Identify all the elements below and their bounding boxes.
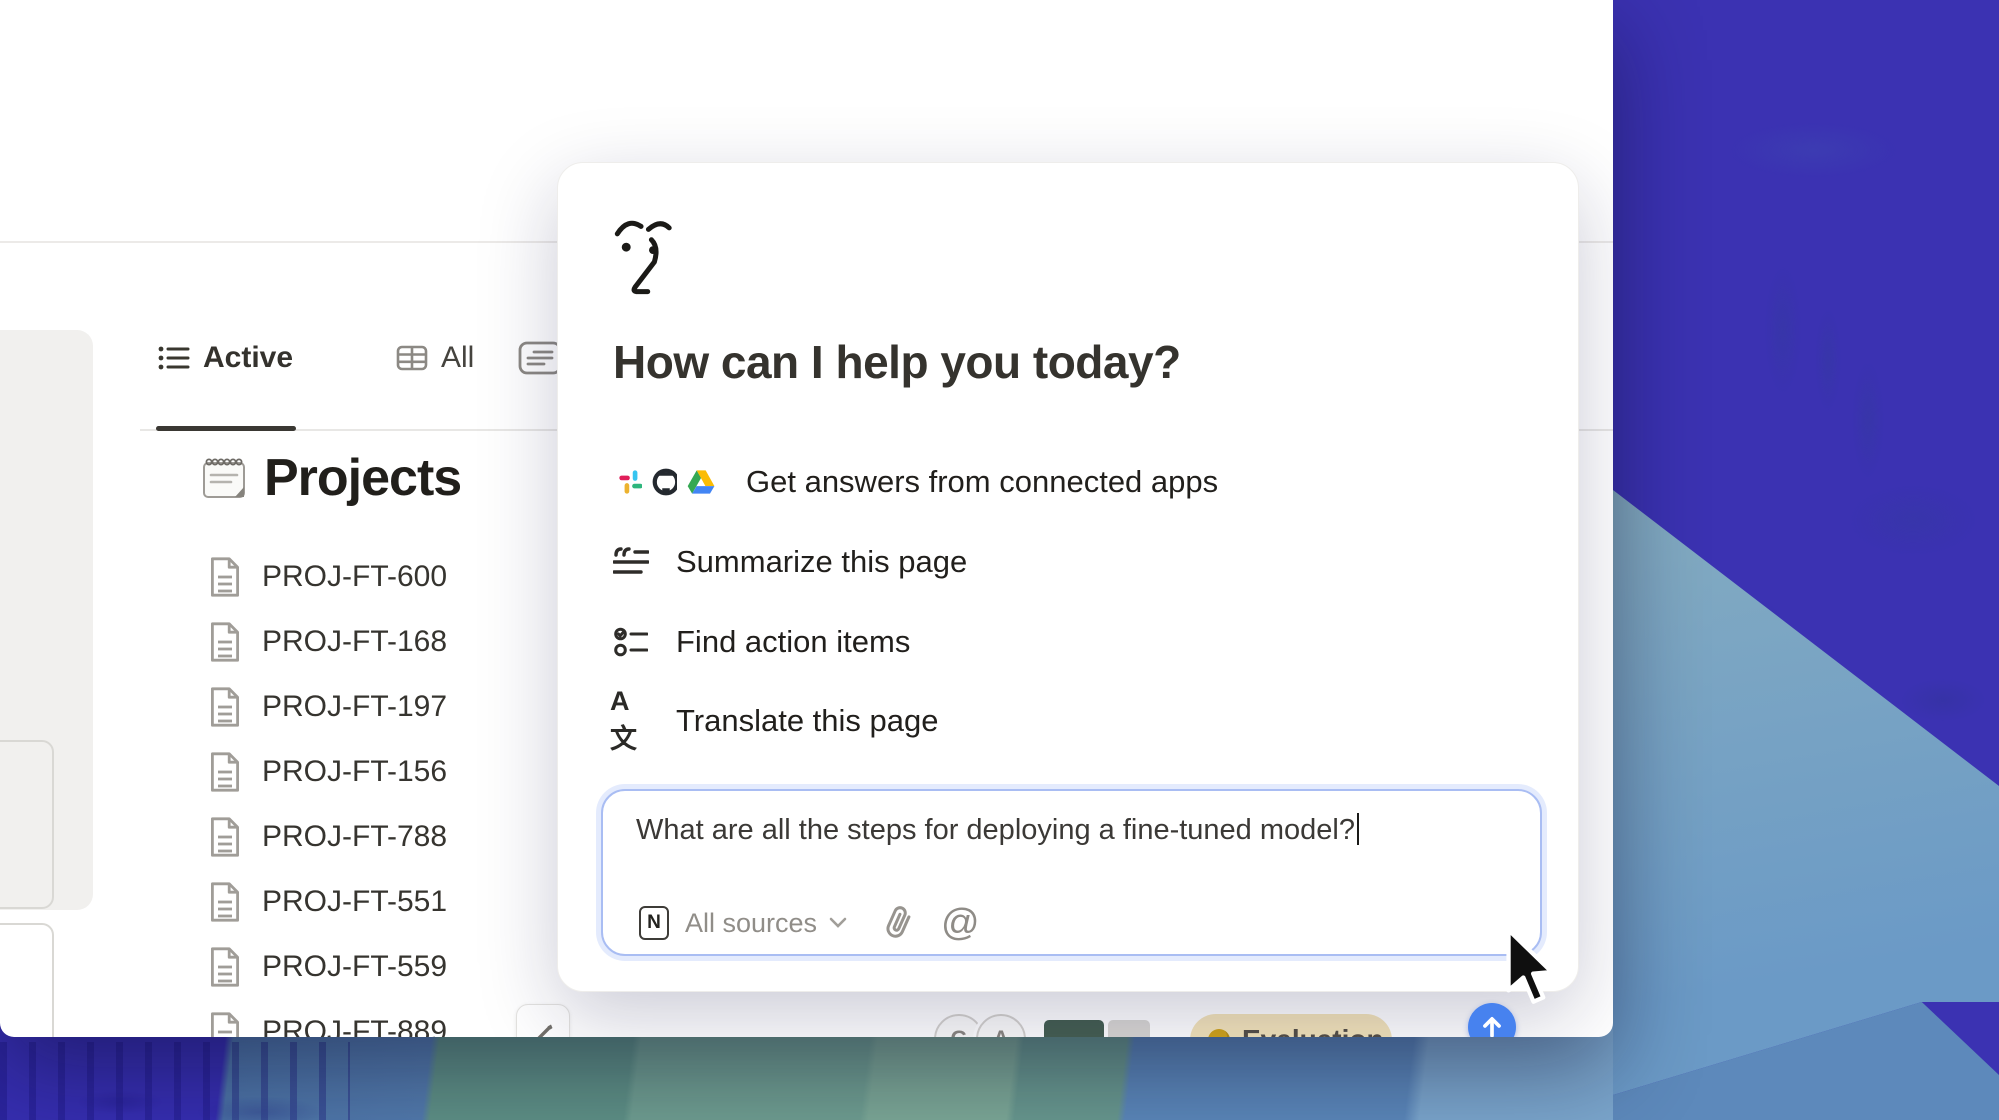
menu-item-find-action-items[interactable]: Find action items bbox=[610, 618, 910, 666]
project-row[interactable]: PROJ-FT-600 bbox=[208, 554, 447, 600]
input-toolbar: N All sources @ bbox=[603, 895, 1540, 951]
notepad-icon bbox=[200, 454, 248, 502]
document-icon bbox=[208, 556, 242, 598]
green-swatch bbox=[1044, 1020, 1104, 1037]
project-link[interactable]: PROJ-FT-168 bbox=[262, 625, 447, 659]
connected-apps-icons bbox=[610, 461, 722, 503]
at-icon[interactable]: @ bbox=[941, 902, 980, 945]
project-link[interactable]: PROJ-FT-788 bbox=[262, 820, 447, 854]
project-link[interactable]: PROJ-FT-551 bbox=[262, 885, 447, 919]
ai-prompt-input[interactable]: What are all the steps for deploying a f… bbox=[601, 789, 1542, 956]
project-row[interactable]: PROJ-FT-156 bbox=[208, 749, 447, 795]
notion-ai-dialog: How can I help you today? bbox=[557, 162, 1579, 992]
menu-item-translate[interactable]: A文 Translate this page bbox=[610, 697, 939, 745]
avatar[interactable]: A bbox=[976, 1014, 1026, 1037]
notion-ai-face-icon bbox=[614, 219, 674, 299]
document-icon bbox=[208, 881, 242, 923]
document-icon bbox=[208, 751, 242, 793]
avatar-initial: A bbox=[993, 1026, 1009, 1037]
pencil-icon bbox=[530, 1020, 556, 1037]
project-row[interactable]: PROJ-FT-559 bbox=[208, 944, 447, 990]
menu-item-label: Summarize this page bbox=[676, 544, 967, 580]
avatar-initial: G bbox=[950, 1026, 967, 1037]
mouse-cursor bbox=[1502, 928, 1558, 1006]
table-view-icon bbox=[396, 344, 428, 372]
menu-item-summarize[interactable]: Summarize this page bbox=[610, 538, 967, 586]
tab-all-label: All bbox=[441, 341, 474, 375]
project-row[interactable]: PROJ-FT-197 bbox=[208, 684, 447, 730]
menu-item-label: Get answers from connected apps bbox=[746, 464, 1218, 500]
action-items-icon bbox=[614, 625, 648, 659]
gray-swatch bbox=[1108, 1020, 1150, 1037]
document-icon bbox=[208, 1011, 242, 1037]
send-button[interactable] bbox=[1468, 1003, 1516, 1037]
wallpaper-brush-texture bbox=[0, 1042, 350, 1120]
project-row[interactable]: PROJ-FT-168 bbox=[208, 619, 447, 665]
projects-heading: Projects bbox=[200, 448, 461, 508]
project-link[interactable]: PROJ-FT-559 bbox=[262, 950, 447, 984]
document-icon bbox=[208, 686, 242, 728]
menu-item-label: Translate this page bbox=[676, 703, 939, 739]
tab-feed[interactable] bbox=[518, 338, 562, 378]
dialog-heading: How can I help you today? bbox=[613, 335, 1181, 389]
document-icon bbox=[208, 946, 242, 988]
project-row[interactable]: PROJ-FT-889 bbox=[208, 1009, 447, 1037]
notion-window: Active All bbox=[0, 0, 1613, 1037]
chevron-down-icon[interactable] bbox=[829, 917, 847, 929]
prompt-text[interactable]: What are all the steps for deploying a f… bbox=[636, 813, 1359, 847]
tab-active[interactable]: Active bbox=[158, 338, 293, 378]
page-title: Projects bbox=[264, 448, 461, 508]
project-link[interactable]: PROJ-FT-889 bbox=[262, 1015, 447, 1037]
summarize-icon bbox=[613, 546, 649, 578]
board-card-placeholder bbox=[0, 740, 54, 909]
wallpaper-right-column bbox=[1613, 0, 1999, 1120]
project-row[interactable]: PROJ-FT-551 bbox=[208, 879, 447, 925]
side-board-panel bbox=[0, 330, 93, 910]
evaluation-tag[interactable]: Evaluation bbox=[1190, 1014, 1392, 1037]
project-link[interactable]: PROJ-FT-600 bbox=[262, 560, 447, 594]
project-row[interactable]: PROJ-FT-788 bbox=[208, 814, 447, 860]
tag-dot-icon bbox=[1208, 1029, 1230, 1037]
text-caret bbox=[1357, 813, 1360, 845]
feed-view-icon bbox=[518, 340, 562, 376]
google-drive-icon bbox=[680, 461, 722, 503]
list-view-icon bbox=[158, 344, 190, 372]
menu-item-label: Find action items bbox=[676, 624, 910, 660]
project-link[interactable]: PROJ-FT-197 bbox=[262, 690, 447, 724]
paperclip-icon[interactable] bbox=[881, 903, 915, 943]
notion-logo-icon: N bbox=[639, 906, 669, 940]
edit-button[interactable] bbox=[516, 1004, 570, 1037]
board-card-placeholder bbox=[0, 923, 54, 1037]
menu-item-connected-apps[interactable]: Get answers from connected apps bbox=[610, 458, 1218, 506]
send-arrow-icon bbox=[1479, 1014, 1505, 1037]
sources-dropdown[interactable]: All sources bbox=[685, 908, 817, 939]
translate-icon: A文 bbox=[610, 686, 652, 756]
project-link[interactable]: PROJ-FT-156 bbox=[262, 755, 447, 789]
active-tab-underline bbox=[156, 426, 296, 431]
document-icon bbox=[208, 816, 242, 858]
evaluation-tag-label: Evaluation bbox=[1242, 1024, 1384, 1037]
document-icon bbox=[208, 621, 242, 663]
tab-all[interactable]: All bbox=[396, 338, 474, 378]
tab-active-label: Active bbox=[203, 341, 293, 375]
